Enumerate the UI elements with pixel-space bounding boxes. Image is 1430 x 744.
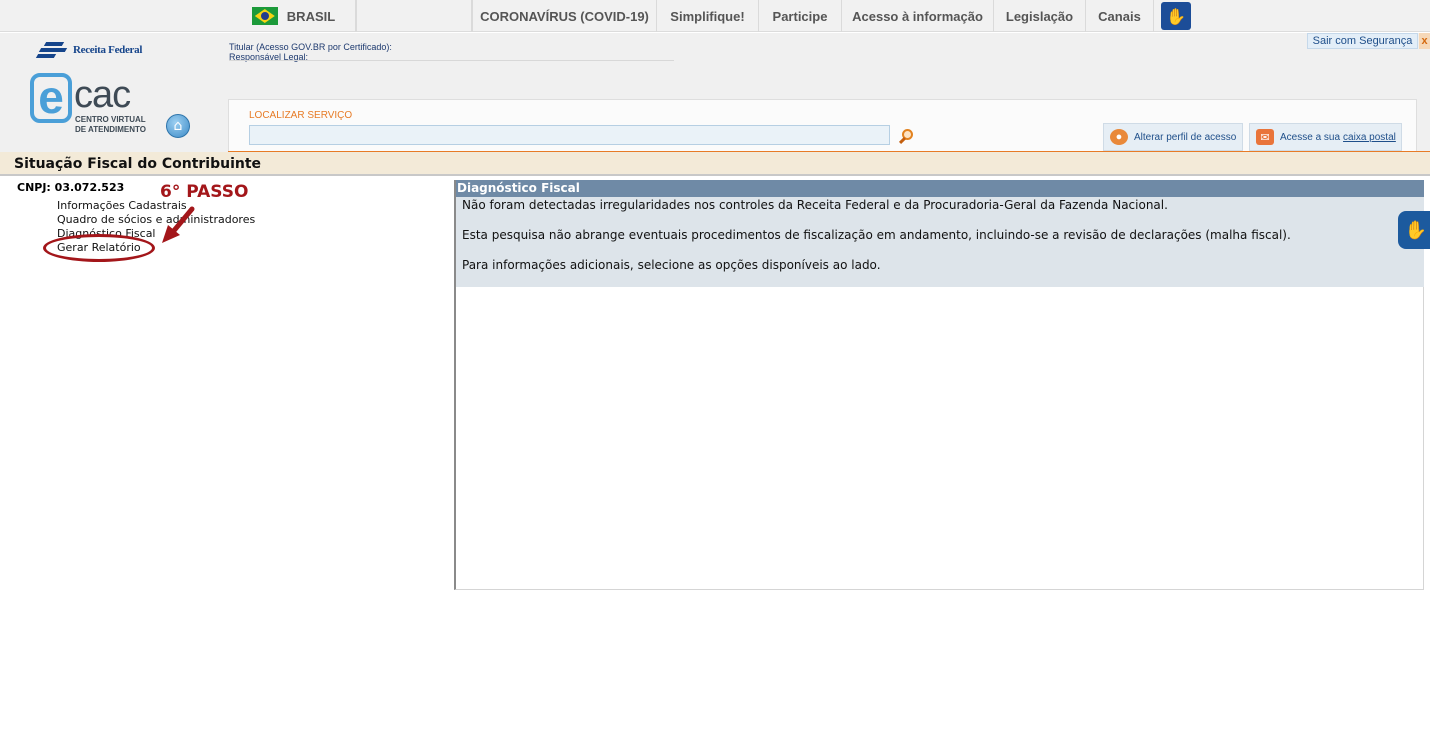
diagnostico-text: Não foram detectadas irregularidades nos… xyxy=(462,198,1168,212)
arrow-annotation-icon xyxy=(162,206,195,243)
receita-federal-mark-icon xyxy=(35,41,69,59)
titular-label: Titular (Acesso GOV.BR por Certificado): xyxy=(229,42,392,52)
gov-simplifique-link[interactable]: Simplifique! xyxy=(657,0,759,32)
ecac-logo-e: e xyxy=(30,73,72,123)
gov-covid-link[interactable]: CORONAVÍRUS (COVID-19) xyxy=(472,0,657,32)
search-icon[interactable] xyxy=(898,128,916,146)
close-icon[interactable]: x xyxy=(1419,33,1430,49)
ecac-logo[interactable]: e cac CENTRO VIRTUAL DE ATENDIMENTO xyxy=(30,73,155,141)
libras-hands-icon[interactable]: ✋ xyxy=(1161,2,1191,30)
cnpj-label: CNPJ: 03.072.523 xyxy=(17,181,125,194)
home-icon[interactable]: ⌂ xyxy=(166,114,190,138)
search-panel: LOCALIZAR SERVIÇO ● Alterar perfil de ac… xyxy=(228,99,1417,152)
alterar-perfil-button[interactable]: ● Alterar perfil de acesso xyxy=(1103,123,1243,151)
sair-com-seguranca-button[interactable]: Sair com Segurança xyxy=(1307,33,1418,49)
mail-icon: ✉ xyxy=(1256,129,1274,145)
circle-annotation xyxy=(43,234,155,262)
diagnostico-header: Diagnóstico Fiscal xyxy=(456,180,1424,197)
title-bar: Situação Fiscal do Contribuinte xyxy=(0,152,1430,176)
diagnostico-text: Para informações adicionais, selecione a… xyxy=(462,258,881,272)
diagnostico-text: Esta pesquisa não abrange eventuais proc… xyxy=(462,228,1291,242)
step-annotation-label: 6° PASSO xyxy=(160,182,249,202)
site-header: Receita Federal e cac CENTRO VIRTUAL DE … xyxy=(0,33,1430,152)
page-title: Situação Fiscal do Contribuinte xyxy=(14,156,262,172)
caixa-postal-button[interactable]: ✉ Acesse a sua caixa postal xyxy=(1249,123,1402,151)
gov-canais-link[interactable]: Canais xyxy=(1086,0,1154,32)
gov-brasil-link[interactable]: BRASIL xyxy=(232,0,356,32)
ecac-logo-subtitle: CENTRO VIRTUAL DE ATENDIMENTO xyxy=(75,115,146,134)
user-info-divider xyxy=(229,60,674,61)
gov-brasil-label: BRASIL xyxy=(286,8,336,24)
alterar-perfil-label: Alterar perfil de acesso xyxy=(1134,131,1237,143)
brazil-flag-icon xyxy=(251,7,278,25)
gov-bar: BRASIL CORONAVÍRUS (COVID-19) Simplifiqu… xyxy=(0,0,1430,32)
gov-participe-link[interactable]: Participe xyxy=(759,0,842,32)
users-icon: ● xyxy=(1110,129,1128,145)
gov-bar-spacer xyxy=(356,0,472,32)
caixa-postal-link[interactable]: caixa postal xyxy=(1343,132,1396,143)
diagnostico-body: Não foram detectadas irregularidades nos… xyxy=(456,197,1424,287)
gov-acesso-informacao-link[interactable]: Acesso à informação xyxy=(842,0,994,32)
diagnostico-panel: Diagnóstico Fiscal Não foram detectadas … xyxy=(454,180,1424,590)
receita-federal-logo[interactable]: Receita Federal xyxy=(35,41,143,59)
receita-federal-logo-text: Receita Federal xyxy=(73,44,143,56)
search-input[interactable] xyxy=(249,125,890,145)
gov-legislacao-link[interactable]: Legislação xyxy=(994,0,1086,32)
caixa-postal-prefix: Acesse a sua xyxy=(1280,131,1341,143)
nav-quadro-socios[interactable]: Quadro de sócios e administradores xyxy=(57,213,255,226)
user-info: Titular (Acesso GOV.BR por Certificado):… xyxy=(229,42,392,62)
ecac-logo-cac: cac xyxy=(74,74,131,116)
search-label: LOCALIZAR SERVIÇO xyxy=(249,110,353,121)
libras-side-icon[interactable]: ✋ xyxy=(1398,211,1430,249)
